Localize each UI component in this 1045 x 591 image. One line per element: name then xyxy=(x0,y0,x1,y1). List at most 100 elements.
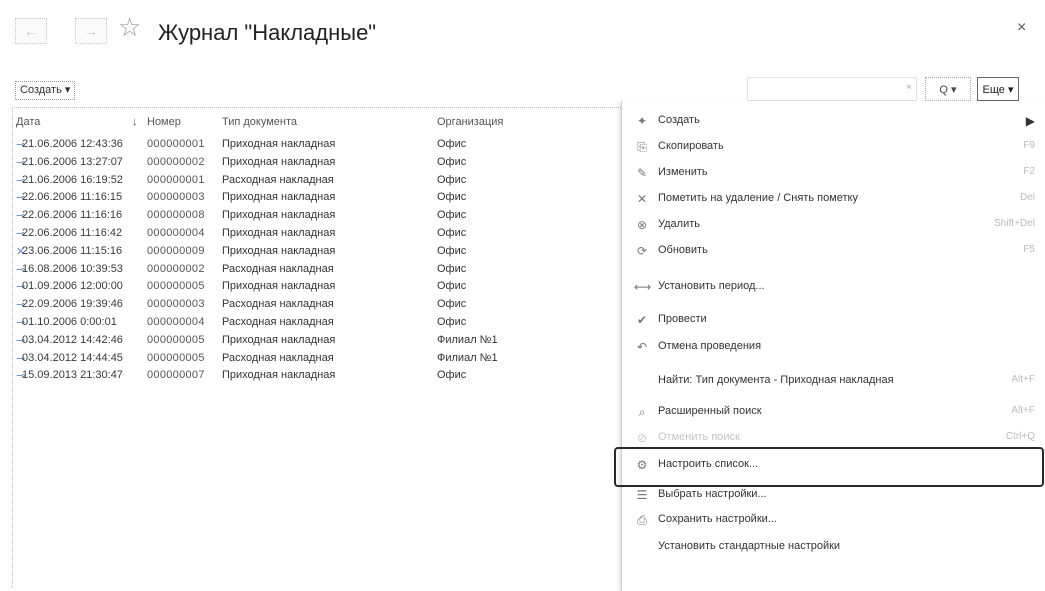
cell-org: Офис xyxy=(437,316,467,328)
cell-type: Приходная накладная xyxy=(222,138,336,150)
table-row[interactable]: ⊸ 03.04.2012 14:42:46 000000005 Приходная н… xyxy=(0,334,620,352)
cell-date: 22.06.2006 11:16:15 xyxy=(22,191,123,204)
table-row[interactable]: ⊸ 21.06.2006 16:19:52 000000001 Расходная н… xyxy=(0,174,620,192)
menu-item-delete[interactable]: ⊗ Удалить Shift+Del xyxy=(621,212,1045,238)
menu-item-edit[interactable]: ✎ Изменить F2 xyxy=(621,160,1045,186)
copy-icon: ⎘ xyxy=(637,140,647,154)
clear-icon[interactable]: × xyxy=(906,82,912,93)
cell-type: Расходная накладная xyxy=(222,316,334,328)
column-org[interactable]: Организация xyxy=(437,116,503,128)
menu-item-label: Сохранить настройки... xyxy=(658,513,777,525)
cell-number: 000000005 xyxy=(147,333,205,346)
table-row[interactable]: ⊸ 21.06.2006 13:27:07 000000002 Приходная н… xyxy=(0,156,620,174)
menu-item-label: Скопировать xyxy=(658,140,724,152)
cell-number: 000000002 xyxy=(147,262,205,275)
menu-item-refresh[interactable]: ⟳ Обновить F5 xyxy=(621,238,1045,264)
page-title: Журнал "Накладные" xyxy=(158,20,377,45)
menu-item-shortcut: Alt+F xyxy=(1011,374,1035,385)
cell-number: 000000001 xyxy=(147,138,205,150)
menu-item-mark-delete[interactable]: ✕ Пометить на удаление / Снять пометку Del xyxy=(621,186,1045,212)
table-row[interactable]: ⊸ 01.09.2006 12:00:00 000000005 Приходная н… xyxy=(0,280,620,298)
highlight-frame xyxy=(614,447,1044,487)
cell-org: Офис xyxy=(437,209,467,222)
table-row[interactable]: ✕ 23.06.2006 11:15:16 000000009 Приходная н… xyxy=(0,245,620,263)
search-input[interactable]: × xyxy=(747,77,917,101)
refresh-icon: ⟳ xyxy=(636,244,648,258)
cell-date: 03.04.2012 14:42:46 xyxy=(22,333,123,346)
cell-type: Расходная накладная xyxy=(222,262,334,275)
menu-item-shortcut: F2 xyxy=(1023,166,1035,177)
cell-org: Офис xyxy=(437,191,467,204)
set-period-icon: ⟷ xyxy=(634,280,652,294)
table-row[interactable]: ⊸ 16.08.2006 10:39:53 000000002 Расходная н… xyxy=(0,263,620,281)
cell-date: 23.06.2006 11:15:16 xyxy=(22,244,123,257)
cell-date: 22.06.2006 11:16:16 xyxy=(22,209,123,222)
cell-date: 21.06.2006 12:43:36 xyxy=(22,138,123,150)
menu-item-label: Отменить поиск xyxy=(658,431,740,443)
cell-type: Приходная накладная xyxy=(222,244,336,257)
advanced-search-icon: ⌕ xyxy=(638,405,646,419)
column-type[interactable]: Тип документа xyxy=(222,116,297,128)
menu-item-unpost[interactable]: ↶ Отмена проведения xyxy=(621,334,1045,360)
menu-item-label: Расширенный поиск xyxy=(658,405,762,417)
create-button[interactable]: Создать ▾ xyxy=(15,81,76,100)
cell-org: Филиал №1 xyxy=(437,351,498,364)
menu-item-find-by[interactable]: Найти: Тип документа - Приходная накладн… xyxy=(621,368,1045,394)
arrow-left-icon: ← xyxy=(24,23,38,39)
sort-desc-icon: ↓ xyxy=(132,116,138,128)
cell-org: Офис xyxy=(437,227,467,239)
column-date[interactable]: Дата xyxy=(16,116,40,128)
menu-item-save-settings[interactable]: ⎙ Сохранить настройки... xyxy=(621,507,1045,533)
mark-delete-icon: ✕ xyxy=(636,192,648,206)
cell-date: 22.06.2006 11:16:42 xyxy=(22,227,123,239)
forward-button[interactable]: → xyxy=(75,18,107,44)
table-row[interactable]: ⊸ 22.06.2006 11:16:42 000000004 Приходная н… xyxy=(0,227,620,245)
cell-org: Филиал №1 xyxy=(437,333,498,346)
menu-item-shortcut: Del xyxy=(1019,192,1035,203)
back-button[interactable]: ← xyxy=(15,18,47,44)
menu-item-shortcut: Shift+Del xyxy=(994,218,1035,229)
menu-item-copy[interactable]: ⎘ Скопировать F9 xyxy=(621,134,1045,160)
table-header: Дата ↓ Номер Тип документа Организация xyxy=(0,116,640,132)
cell-number: 000000002 xyxy=(147,155,205,168)
table-row[interactable]: ⊸ 01.10.2006 0:00:01 000000004 Расходная на… xyxy=(0,316,620,334)
menu-item-reset-settings[interactable]: Установить стандартные настройки xyxy=(621,534,1045,560)
close-icon[interactable]: × xyxy=(1017,19,1026,37)
cell-number: 000000007 xyxy=(147,369,205,382)
post-icon: ✔ xyxy=(636,313,648,327)
search-button[interactable]: Q ▾ xyxy=(925,77,971,101)
cell-date: 22.09.2006 19:39:46 xyxy=(22,298,123,311)
favorite-star-icon[interactable]: ☆ xyxy=(118,14,141,40)
cell-number: 000000001 xyxy=(147,173,205,186)
column-number[interactable]: Номер xyxy=(147,116,181,128)
menu-item-label: Изменить xyxy=(658,166,708,178)
cell-number: 000000009 xyxy=(147,244,205,257)
delete-icon: ⊗ xyxy=(636,218,648,232)
save-settings-icon: ⎙ xyxy=(637,513,647,527)
cell-number: 000000004 xyxy=(147,227,205,239)
cell-org: Офис xyxy=(437,280,467,293)
menu-item-create[interactable]: ✦ Создать ▶ xyxy=(621,108,1045,134)
menu-item-advanced-search[interactable]: ⌕ Расширенный поиск Alt+F xyxy=(621,399,1045,425)
table-row[interactable]: ⊸ 15.09.2013 21:30:47 000000007 Приходная н… xyxy=(0,369,620,387)
cell-org: Офис xyxy=(437,262,467,275)
table-row[interactable]: ⊸ 22.06.2006 11:16:15 000000003 Приходная н… xyxy=(0,191,620,209)
create-icon: ✦ xyxy=(636,114,648,128)
menu-item-label: Найти: Тип документа - Приходная накладн… xyxy=(658,374,894,386)
menu-item-post[interactable]: ✔ Провести xyxy=(621,307,1045,333)
cell-type: Приходная накладная xyxy=(222,369,336,382)
table-row[interactable]: ⊸ 22.06.2006 11:16:16 000000008 Приходная н… xyxy=(0,209,620,227)
menu-item-shortcut: Ctrl+Q xyxy=(1005,431,1035,442)
cell-date: 16.08.2006 10:39:53 xyxy=(22,262,123,275)
more-button[interactable]: Еще ▾ xyxy=(977,77,1019,101)
table-row[interactable]: ⊸ 03.04.2012 14:44:45 000000005 Расходная н… xyxy=(0,352,620,370)
menu-item-set-period[interactable]: ⟷ Установить период... xyxy=(621,274,1045,300)
table-row[interactable]: ⊸ 21.06.2006 12:43:36 000000001 Приходная н… xyxy=(0,138,620,156)
menu-item-label: Обновить xyxy=(658,244,708,256)
cell-date: 21.06.2006 16:19:52 xyxy=(22,173,123,186)
cell-date: 21.06.2006 13:27:07 xyxy=(22,155,123,168)
table-row[interactable]: ⊸ 22.09.2006 19:39:46 000000003 Расходная н… xyxy=(0,298,620,316)
cell-type: Приходная накладная xyxy=(222,209,336,222)
cell-number: 000000008 xyxy=(147,209,205,222)
menu-item-shortcut: Alt+F xyxy=(1011,405,1035,416)
